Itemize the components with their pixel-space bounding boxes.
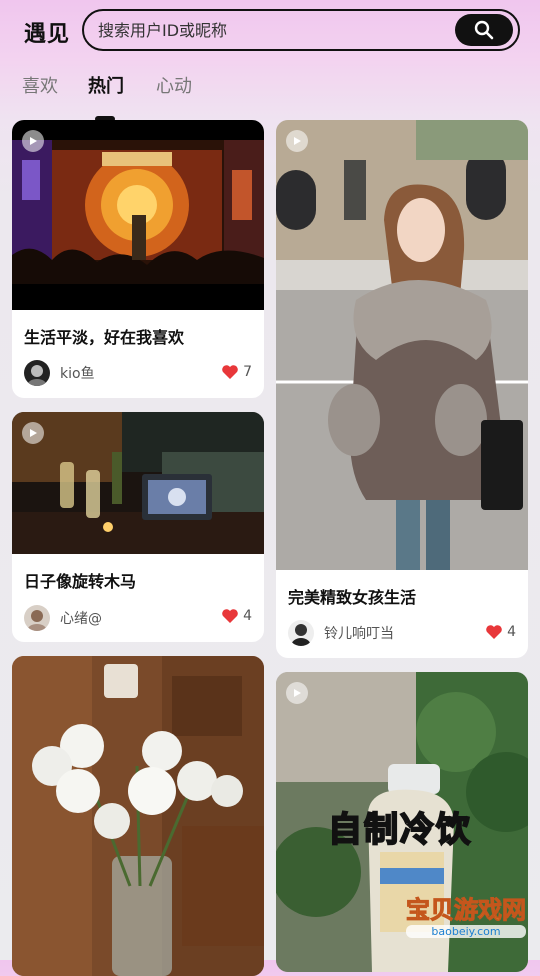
card-media[interactable] <box>276 120 528 570</box>
card-media[interactable] <box>12 656 264 976</box>
like-button[interactable]: 4 <box>485 624 516 640</box>
search-button[interactable] <box>455 14 513 46</box>
like-button[interactable]: 7 <box>221 364 252 380</box>
like-count: 7 <box>243 364 252 380</box>
card-media[interactable] <box>12 120 264 310</box>
tab-bar: 喜欢 热门 心动 <box>0 70 540 102</box>
flowers-image <box>12 656 264 976</box>
avatar <box>288 620 314 646</box>
heart-icon <box>486 625 502 639</box>
feed-card[interactable]: 生活平淡，好在我喜欢 kio鱼 7 <box>12 120 264 398</box>
card-media[interactable] <box>12 412 264 554</box>
card-author[interactable]: 心绪@ <box>24 605 102 631</box>
author-name: 心绪@ <box>60 611 102 627</box>
tab-crush[interactable]: 心动 <box>156 72 192 98</box>
tab-hot[interactable]: 热门 <box>88 72 124 98</box>
tab-likes[interactable]: 喜欢 <box>22 72 58 98</box>
author-name: kio鱼 <box>60 366 95 382</box>
heart-icon <box>222 609 238 623</box>
avatar <box>24 605 50 631</box>
avatar <box>24 360 50 386</box>
heart-icon <box>222 365 238 379</box>
card-title: 生活平淡，好在我喜欢 <box>24 328 185 347</box>
watermark-text: 宝贝游戏网 <box>406 896 527 925</box>
feed-card[interactable] <box>12 656 264 976</box>
like-count: 4 <box>243 608 252 624</box>
play-icon <box>286 682 308 704</box>
feed-card[interactable]: 完美精致女孩生活 铃儿响叮当 4 <box>276 120 528 658</box>
video-overlay-text: 自制冷饮 <box>327 809 472 851</box>
search-bar[interactable] <box>82 9 520 51</box>
card-author[interactable]: kio鱼 <box>24 360 95 386</box>
author-name: 铃儿响叮当 <box>324 626 394 642</box>
watermark-domain: baobeiy.com <box>406 925 526 938</box>
like-button[interactable]: 4 <box>221 608 252 624</box>
concert-image <box>12 120 264 310</box>
play-icon <box>286 130 308 152</box>
card-author[interactable]: 铃儿响叮当 <box>288 620 394 646</box>
watermark: 宝贝游戏网 baobeiy.com <box>406 890 527 938</box>
card-title: 完美精致女孩生活 <box>288 588 417 607</box>
play-icon <box>22 130 44 152</box>
search-icon <box>474 20 494 40</box>
like-count: 4 <box>507 624 516 640</box>
search-input[interactable] <box>98 11 448 49</box>
app-title: 遇见 <box>24 22 71 47</box>
card-title: 日子像旋转木马 <box>24 572 137 591</box>
feed-card[interactable]: 日子像旋转木马 心绪@ 4 <box>12 412 264 642</box>
play-icon <box>22 422 44 444</box>
top-bar: 遇见 <box>0 0 540 62</box>
girl-fur-coat-image <box>276 120 528 570</box>
night-cafe-image <box>12 412 264 554</box>
